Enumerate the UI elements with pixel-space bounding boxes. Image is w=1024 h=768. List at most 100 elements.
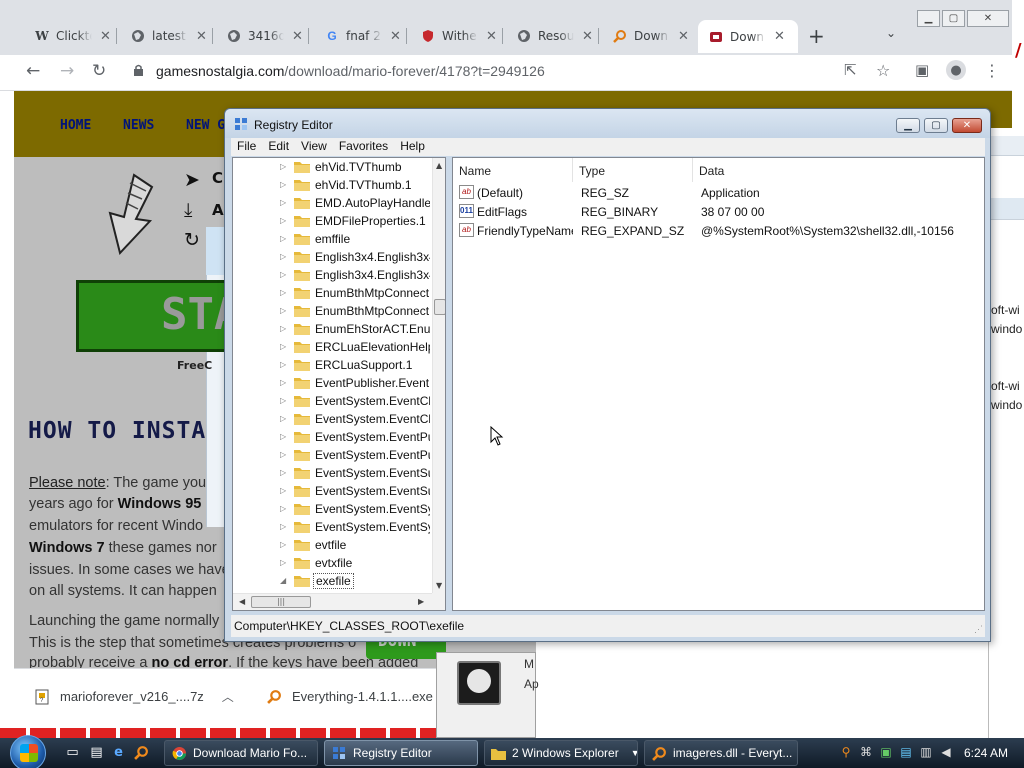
close-tab-icon[interactable]: ✕ [582, 29, 593, 44]
registry-key-node[interactable]: ▷ ERCLuaElevationHelp [233, 338, 432, 356]
expand-arrow-icon[interactable]: ▷ [280, 306, 286, 315]
registry-values-pane[interactable]: Name Type Data ab (Default) REG_SZ Appli… [452, 157, 985, 611]
expand-arrow-icon[interactable]: ▷ [280, 234, 286, 243]
registry-key-node[interactable]: ▷ ERCLuaSupport.1 [233, 356, 432, 374]
expand-arrow-icon[interactable]: ▷ [280, 324, 286, 333]
expand-arrow-icon[interactable]: ▷ [280, 558, 286, 567]
registry-key-tree[interactable]: ◢ exefile ▷ evtxfile ▷ evtfile ▷ EventSystem.Ev… [232, 157, 446, 611]
registry-key-node[interactable]: ▷ English3x4.English3x4 [233, 248, 432, 266]
app-tray-icon[interactable]: ▣ [878, 744, 894, 760]
menu-edit[interactable]: Edit [262, 138, 295, 156]
internet-explorer-icon[interactable]: e [110, 744, 127, 761]
tab-resou[interactable]: Resou ✕ [516, 22, 599, 50]
show-desktop-icon[interactable]: ▭ [64, 744, 81, 761]
registry-key-node[interactable]: ▷ English3x4.English3x4 [233, 266, 432, 284]
speaker-icon[interactable]: ◀ [938, 744, 954, 760]
tab-latest[interactable]: latest ✕ [130, 22, 213, 50]
registry-key-node[interactable]: ▷ evtxfile [233, 554, 432, 572]
expand-arrow-icon[interactable]: ▷ [280, 360, 286, 369]
registry-key-node[interactable]: ▷ EnumBthMtpConnect [233, 284, 432, 302]
close-window-button[interactable]: ✕ [967, 10, 1009, 27]
scroll-thumb[interactable]: ||| [251, 596, 311, 608]
registry-key-node[interactable]: ▷ EventSystem.EventPu [233, 428, 432, 446]
start-button[interactable] [10, 735, 46, 768]
profile-avatar-icon[interactable]: ● [946, 60, 966, 80]
expand-arrow-icon[interactable]: ▷ [280, 198, 286, 207]
expand-arrow-icon[interactable]: ▷ [280, 486, 286, 495]
registry-value-row[interactable]: ab FriendlyTypeName REG_EXPAND_SZ @%Syst… [453, 222, 984, 241]
registry-editor-titlebar[interactable]: Registry Editor ▁ ▢ ✕ [225, 109, 990, 138]
registry-key-node[interactable]: ▷ EventSystem.EventSu [233, 464, 432, 482]
registry-key-node[interactable]: ▷ EventSystem.EventCla [233, 410, 432, 428]
registry-key-node[interactable]: ◢ exefile [233, 572, 432, 590]
taskbar-button-chrome[interactable]: Download Mario Fo... [164, 740, 318, 766]
registry-key-node[interactable]: ▷ emffile [233, 230, 432, 248]
nav-home-link[interactable]: HOME [60, 118, 91, 133]
tab-google-fnaf[interactable]: G fnaf 2 ✕ [324, 22, 407, 50]
network-status-icon[interactable]: ▥ [918, 744, 934, 760]
scroll-down-arrow-icon[interactable]: ▼ [436, 581, 442, 590]
reload-icon[interactable]: ↻ [92, 61, 106, 81]
expand-arrow-icon[interactable]: ▷ [280, 432, 286, 441]
background-file-thumbnail[interactable]: M Ap [436, 652, 539, 738]
maximize-button[interactable]: ▢ [924, 118, 948, 133]
tab-down-everything[interactable]: Down ✕ [612, 22, 689, 50]
close-tab-icon[interactable]: ✕ [486, 29, 497, 44]
nav-new-games-link[interactable]: NEW G [186, 118, 225, 133]
network-icon[interactable]: ⌘ [858, 744, 874, 760]
menu-file[interactable]: File [231, 138, 262, 156]
expand-arrow-icon[interactable]: ▷ [280, 216, 286, 225]
expand-arrow-icon[interactable]: ▷ [280, 180, 286, 189]
registry-key-node[interactable]: ▷ EventSystem.EventSy [233, 518, 432, 536]
magnifier-icon[interactable]: ⚲ [838, 744, 854, 760]
close-tab-icon[interactable]: ✕ [678, 29, 689, 44]
registry-key-node[interactable]: ▷ EventSystem.EventCla [233, 392, 432, 410]
chevron-down-icon[interactable]: ▼ [631, 748, 637, 758]
forward-arrow-icon[interactable]: → [60, 61, 74, 81]
registry-key-node[interactable]: ▷ EventPublisher.EventP [233, 374, 432, 392]
column-header-name[interactable]: Name [453, 158, 573, 182]
close-tab-icon[interactable]: ✕ [100, 29, 111, 44]
registry-key-node[interactable]: ▷ ehVid.TVThumb [233, 158, 432, 176]
side-panel-icon[interactable]: ▣ [915, 61, 929, 79]
close-tab-icon[interactable]: ✕ [292, 29, 303, 44]
scroll-right-arrow-icon[interactable]: ▶ [418, 597, 424, 606]
expand-arrow-icon[interactable]: ▷ [280, 504, 286, 513]
switch-windows-icon[interactable]: ▤ [88, 744, 105, 761]
tab-withe[interactable]: Withe ✕ [420, 22, 503, 50]
registry-key-node[interactable]: ▷ EventSystem.EventPu [233, 446, 432, 464]
expand-arrow-icon[interactable]: ▷ [280, 342, 286, 351]
expand-arrow-icon[interactable]: ▷ [280, 396, 286, 405]
column-header-data[interactable]: Data [693, 158, 984, 182]
address-bar[interactable]: gamesnostalgia.com/download/mario-foreve… [156, 63, 545, 79]
share-icon[interactable]: ⇱ [844, 61, 857, 79]
close-button[interactable]: ✕ [952, 118, 982, 133]
registry-key-node[interactable]: ▷ EventSystem.EventSy [233, 500, 432, 518]
download-item[interactable]: ? marioforever_v216_....7z ︿ [34, 688, 234, 705]
tree-vertical-scrollbar[interactable]: ▲ ▼ [432, 158, 445, 593]
registry-key-node[interactable]: ▷ EMD.AutoPlayHandler [233, 194, 432, 212]
collapse-arrow-icon[interactable]: ◢ [280, 576, 286, 585]
download-item[interactable]: Everything-1.4.1.1....exe [266, 688, 433, 704]
magnifier-icon[interactable] [133, 744, 150, 761]
taskbar-button-registry-editor[interactable]: Registry Editor [324, 740, 478, 766]
expand-arrow-icon[interactable]: ▷ [280, 522, 286, 531]
bookmark-star-icon[interactable]: ☆ [876, 61, 890, 80]
system-clock[interactable]: 6:24 AM [964, 746, 1008, 760]
tree-horizontal-scrollbar[interactable]: ◀ ||| ▶ [233, 593, 432, 610]
expand-arrow-icon[interactable]: ▷ [280, 270, 286, 279]
registry-value-row[interactable]: 011 EditFlags REG_BINARY 38 07 00 00 [453, 203, 984, 222]
registry-key-node[interactable]: ▷ evtfile [233, 536, 432, 554]
close-tab-icon[interactable]: ✕ [390, 29, 401, 44]
expand-arrow-icon[interactable]: ▷ [280, 288, 286, 297]
start-download-button[interactable]: STA [76, 280, 226, 352]
registry-key-node[interactable]: ▷ EventSystem.EventSu [233, 482, 432, 500]
expand-arrow-icon[interactable]: ▷ [280, 414, 286, 423]
close-tab-icon[interactable]: ✕ [196, 29, 207, 44]
scroll-up-arrow-icon[interactable]: ▲ [436, 161, 442, 170]
back-arrow-icon[interactable]: ← [26, 61, 40, 81]
expand-arrow-icon[interactable]: ▷ [280, 378, 286, 387]
taskbar-button-everything[interactable]: imageres.dll - Everyt... [644, 740, 798, 766]
registry-key-node[interactable]: ▷ ehVid.TVThumb.1 [233, 176, 432, 194]
menu-view[interactable]: View [295, 138, 333, 156]
